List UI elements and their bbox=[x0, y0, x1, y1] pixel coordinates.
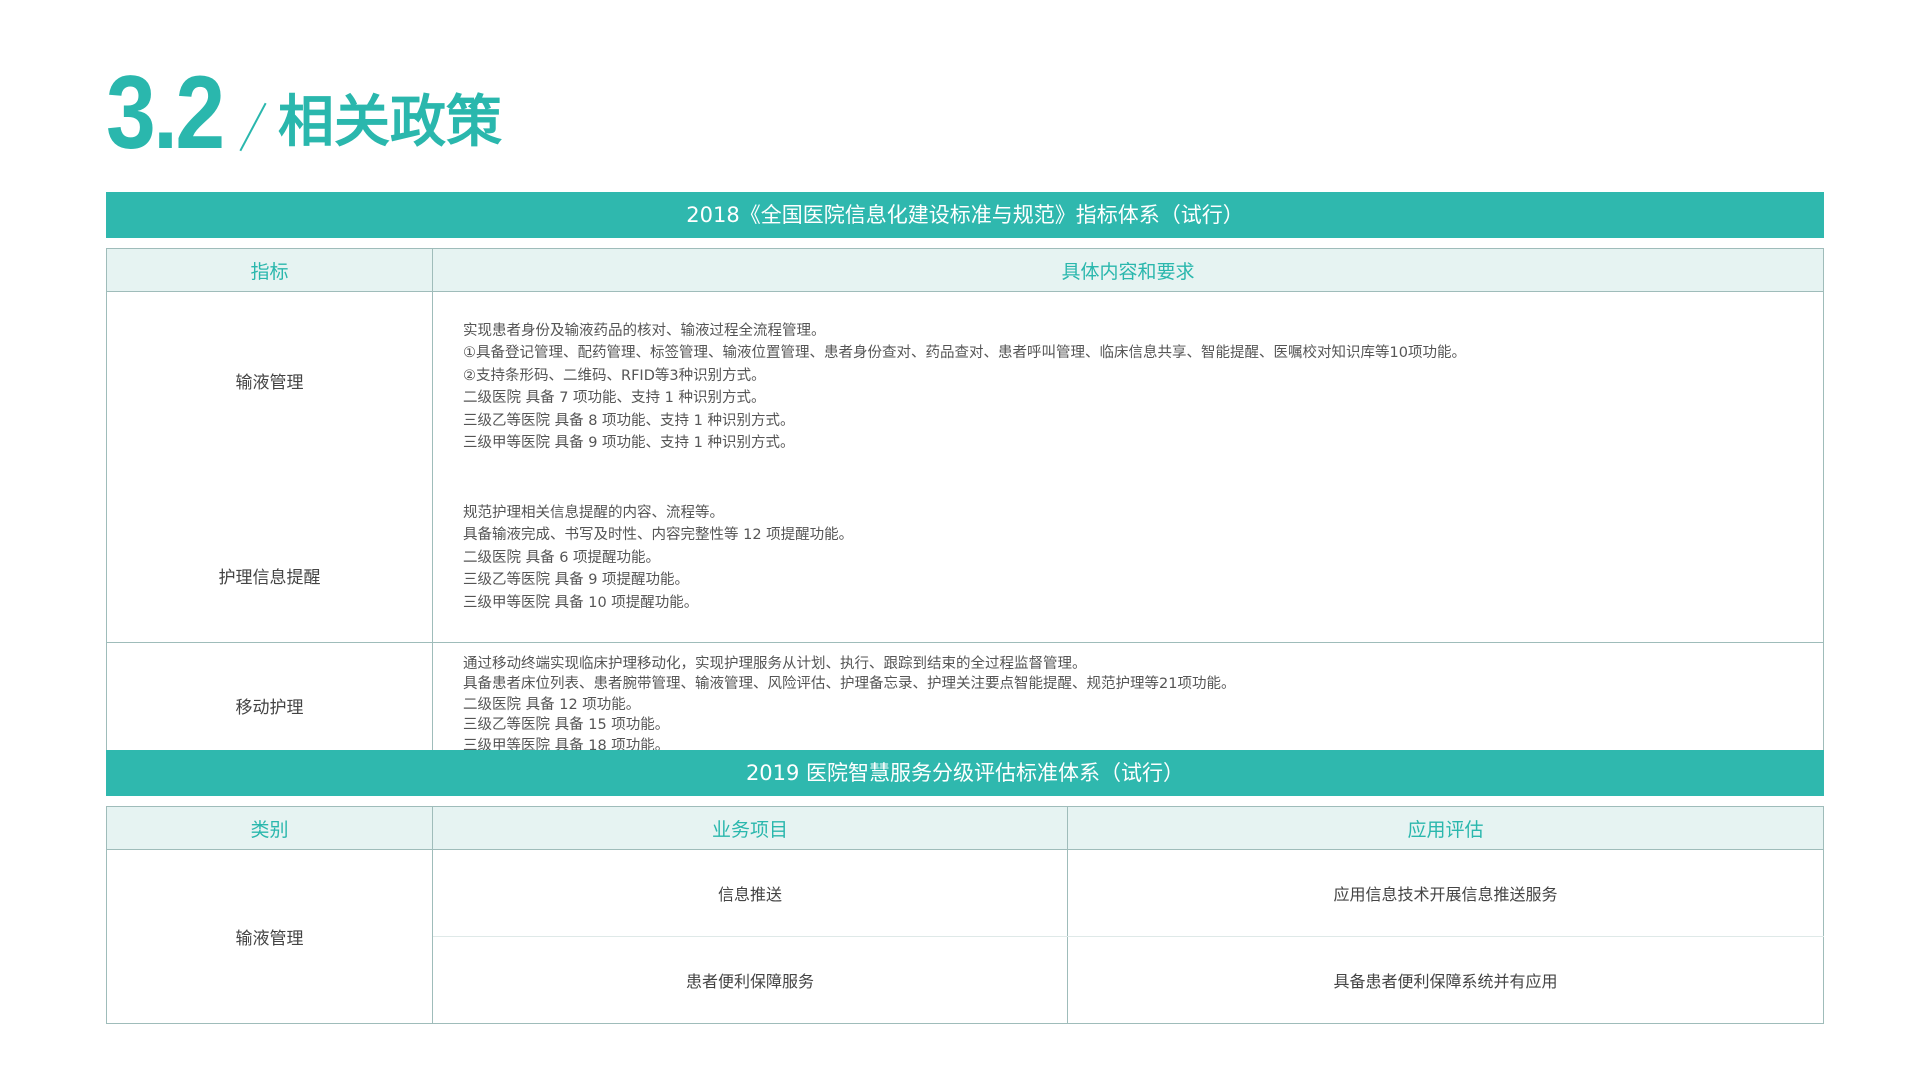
table-row: 输液管理 信息推送 应用信息技术开展信息推送服务 bbox=[106, 849, 1824, 1024]
section1-title-band: 2018《全国医院信息化建设标准与规范》指标体系（试行） bbox=[106, 192, 1824, 238]
requirement-line: 具备输液完成、书写及时性、内容完整性等 12 项提醒功能。 bbox=[463, 527, 854, 544]
header-indicator: 指标 bbox=[106, 248, 433, 292]
requirement-line: 二级医院 具备 12 项功能。 bbox=[463, 696, 641, 713]
header-requirements: 具体内容和要求 bbox=[432, 248, 1824, 292]
section2-title-band: 2019 医院智慧服务分级评估标准体系（试行） bbox=[106, 750, 1824, 796]
business-item-cell: 患者便利保障服务 bbox=[432, 936, 1068, 1024]
header-category: 类别 bbox=[106, 806, 433, 850]
category-cell: 输液管理 bbox=[106, 849, 433, 1024]
requirements-cell: 规范护理相关信息提醒的内容、流程等。 具备输液完成、书写及时性、内容完整性等 1… bbox=[432, 468, 1824, 643]
requirement-line: 三级乙等医院 具备 9 项提醒功能。 bbox=[463, 572, 690, 589]
business-item-cell: 信息推送 bbox=[432, 849, 1068, 937]
evaluation-cell: 应用信息技术开展信息推送服务 bbox=[1067, 849, 1824, 937]
requirement-line: 三级甲等医院 具备 10 项提醒功能。 bbox=[463, 594, 699, 611]
requirement-line: ①具备登记管理、配药管理、标签管理、输液位置管理、患者身份查对、药品查对、患者呼… bbox=[463, 345, 1466, 361]
requirements-cell: 通过移动终端实现临床护理移动化，实现护理服务从计划、执行、跟踪到结束的全过程监督… bbox=[432, 642, 1824, 768]
page-heading: 3.2 相关政策 bbox=[106, 55, 502, 171]
indicator-cell: 输液管理 bbox=[106, 291, 433, 468]
requirement-line: 实现患者身份及输液药品的核对、输液过程全流程管理。 bbox=[463, 322, 826, 339]
table-header-row: 类别 业务项目 应用评估 bbox=[106, 806, 1824, 850]
slash-divider bbox=[239, 102, 267, 152]
section-number: 3.2 bbox=[106, 55, 225, 171]
standards-table: 指标 具体内容和要求 输液管理 实现患者身份及输液药品的核对、输液过程全流程管理… bbox=[106, 248, 1824, 768]
evaluation-cell: 具备患者便利保障系统并有应用 bbox=[1067, 936, 1824, 1024]
requirement-line: 三级乙等医院 具备 15 项功能。 bbox=[463, 717, 670, 734]
requirement-line: 具备患者床位列表、患者腕带管理、输液管理、风险评估、护理备忘录、护理关注要点智能… bbox=[463, 676, 1236, 693]
requirement-line: 三级乙等医院 具备 8 项功能、支持 1 种识别方式。 bbox=[463, 412, 795, 429]
requirement-line: 规范护理相关信息提醒的内容、流程等。 bbox=[463, 504, 724, 521]
requirements-cell: 实现患者身份及输液药品的核对、输液过程全流程管理。 ①具备登记管理、配药管理、标… bbox=[432, 291, 1824, 468]
requirement-line: 二级医院 具备 6 项提醒功能。 bbox=[463, 549, 661, 566]
header-application-evaluation: 应用评估 bbox=[1067, 806, 1824, 850]
requirement-line: 通过移动终端实现临床护理移动化，实现护理服务从计划、执行、跟踪到结束的全过程监督… bbox=[463, 655, 1087, 672]
evaluation-table: 类别 业务项目 应用评估 输液管理 信息推送 应用信息技术开展信息推送服务 患者… bbox=[106, 806, 1824, 1024]
table-row: 移动护理 通过移动终端实现临床护理移动化，实现护理服务从计划、执行、跟踪到结束的… bbox=[106, 642, 1824, 768]
page-title: 相关政策 bbox=[278, 90, 502, 155]
header-business-item: 业务项目 bbox=[432, 806, 1068, 850]
table-row: 输液管理 实现患者身份及输液药品的核对、输液过程全流程管理。 ①具备登记管理、配… bbox=[106, 291, 1824, 468]
indicator-cell: 移动护理 bbox=[106, 642, 433, 768]
requirement-line: ②支持条形码、二维码、RFID等3种识别方式。 bbox=[463, 367, 766, 384]
indicator-cell: 护理信息提醒 bbox=[106, 468, 433, 643]
requirement-line: 三级甲等医院 具备 9 项功能、支持 1 种识别方式。 bbox=[463, 435, 795, 451]
table-row: 护理信息提醒 规范护理相关信息提醒的内容、流程等。 具备输液完成、书写及时性、内… bbox=[106, 468, 1824, 643]
requirement-line: 二级医院 具备 7 项功能、支持 1 种识别方式。 bbox=[463, 390, 766, 406]
table-header-row: 指标 具体内容和要求 bbox=[106, 248, 1824, 292]
